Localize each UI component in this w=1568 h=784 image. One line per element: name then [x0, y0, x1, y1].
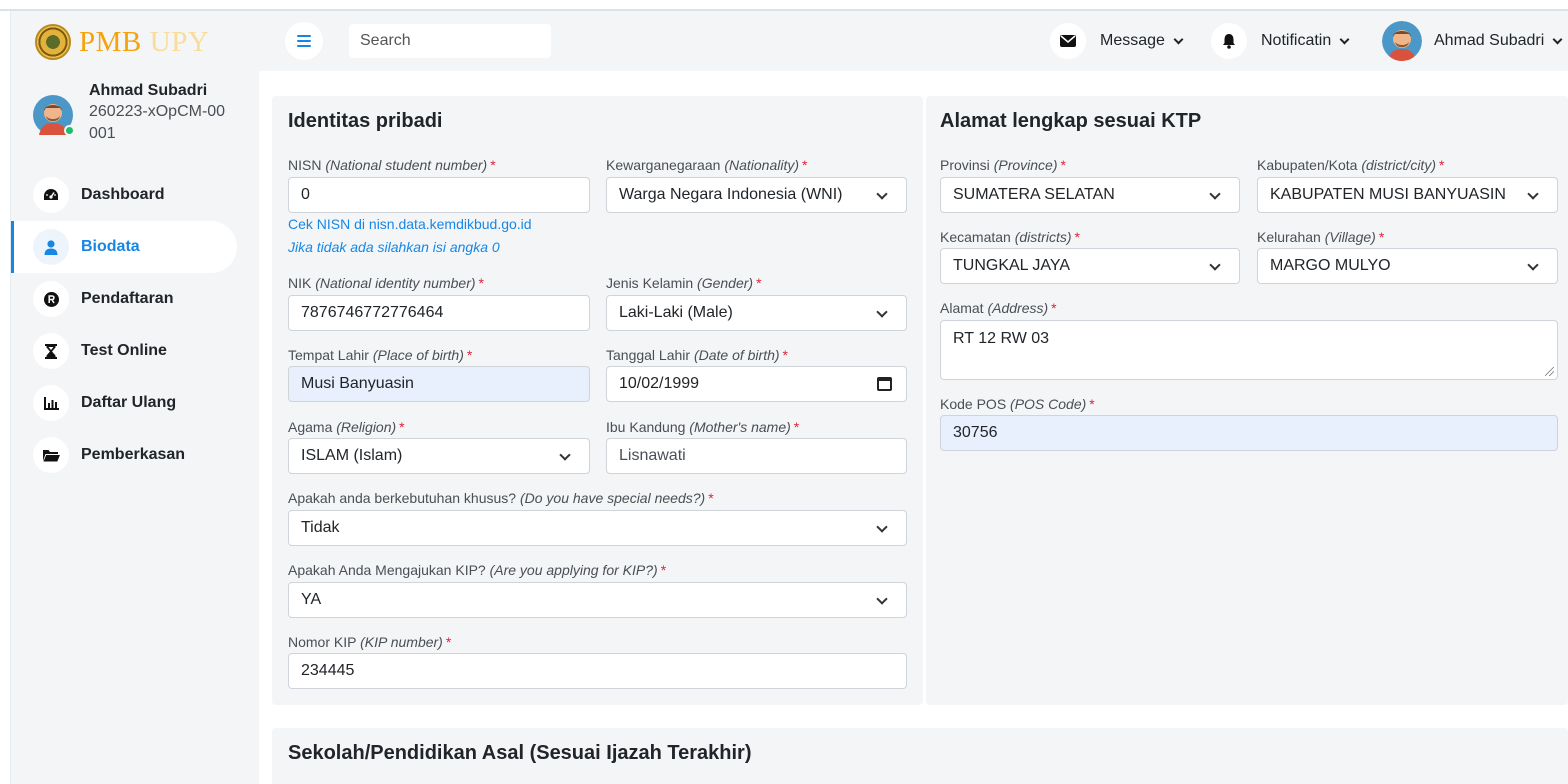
chart-icon — [33, 385, 69, 421]
top-header: PMB UPY Message Notificatin Ahmad Subadr… — [11, 11, 1568, 71]
sekolah-title: Sekolah/Pendidikan Asal (Sesuai Ijazah T… — [288, 742, 752, 764]
kip-select[interactable]: YA — [288, 582, 907, 618]
gauge-icon — [33, 177, 69, 213]
sidebar-item-dashboard[interactable]: Dashboard — [11, 169, 259, 221]
sidebar-profile: Ahmad Subadri 260223-xOpCM-00001 — [33, 81, 229, 145]
mother-name-label: Ibu Kandung (Mother's name) * — [606, 419, 800, 435]
hamburger-icon — [297, 35, 311, 47]
app-logo[interactable]: PMB UPY — [35, 24, 209, 60]
user-name-label: Ahmad Subadri — [1434, 32, 1545, 49]
sidebar-toggle-button[interactable] — [285, 22, 323, 60]
profile-id: 260223-xOpCM-00001 — [89, 103, 226, 142]
sidebar-item-label: Pendaftaran — [81, 290, 174, 307]
address-textarea[interactable]: RT 12 RW 03 — [940, 320, 1558, 380]
nationality-label: Kewarganegaraan (Nationality) * — [606, 157, 808, 173]
profile-name: Ahmad Subadri — [89, 82, 208, 99]
chevron-down-icon — [1339, 34, 1350, 44]
village-label: Kelurahan (Village) * — [1257, 229, 1385, 245]
gender-label: Jenis Kelamin (Gender) * — [606, 275, 762, 291]
hourglass-icon — [33, 333, 69, 369]
notification-dropdown[interactable]: Notificatin — [1211, 23, 1350, 59]
search-input[interactable] — [349, 24, 551, 58]
identitas-title: Identitas pribadi — [288, 110, 443, 132]
postal-code-label: Kode POS (POS Code) * — [940, 396, 1095, 412]
sidebar-item-test-online[interactable]: Test Online — [11, 325, 259, 377]
message-dropdown[interactable]: Message — [1050, 23, 1184, 59]
nisn-label: NISN (National student number) * — [288, 157, 496, 173]
sidebar-item-label: Daftar Ulang — [81, 394, 177, 411]
nisn-help-text: Jika tidak ada silahkan isi angka 0 — [288, 239, 500, 255]
sidebar-item-pemberkasan[interactable]: Pemberkasan — [11, 429, 259, 481]
nisn-input[interactable]: 0 — [288, 177, 590, 213]
birthdate-input[interactable]: 10/02/1999 — [606, 366, 907, 402]
birthdate-value: 10/02/1999 — [619, 375, 700, 392]
district-label: Kecamatan (districts) * — [940, 229, 1080, 245]
sidebar-item-label: Test Online — [81, 342, 167, 359]
folder-open-icon — [33, 437, 69, 473]
sidebar-item-biodata[interactable]: Biodata — [11, 221, 237, 273]
notification-label: Notificatin — [1261, 32, 1332, 49]
university-seal-icon — [35, 24, 71, 60]
sidebar: Ahmad Subadri 260223-xOpCM-00001 Dashboa… — [11, 71, 259, 784]
mother-name-input[interactable]: Lisnawati — [606, 438, 907, 474]
bell-icon — [1211, 23, 1247, 59]
alamat-title: Alamat lengkap sesuai KTP — [940, 110, 1202, 132]
calendar-icon[interactable] — [877, 377, 892, 391]
kip-label: Apakah Anda Mengajukan KIP? (Are you app… — [288, 562, 667, 578]
sidebar-nav: Dashboard Biodata Pendaftaran Test Onlin… — [11, 169, 259, 481]
sidebar-item-label: Biodata — [81, 238, 140, 255]
province-label: Provinsi (Province) * — [940, 157, 1066, 173]
user-avatar — [1382, 21, 1422, 61]
user-icon — [33, 229, 69, 265]
postal-code-input[interactable]: 30756 — [940, 415, 1558, 451]
birthplace-label: Tempat Lahir (Place of birth) * — [288, 347, 473, 363]
sidebar-item-daftar-ulang[interactable]: Daftar Ulang — [11, 377, 259, 429]
district-select[interactable]: TUNGKAL JAYA — [940, 248, 1240, 284]
village-select[interactable]: MARGO MULYO — [1257, 248, 1558, 284]
birthdate-label: Tanggal Lahir (Date of birth) * — [606, 347, 788, 363]
logo-text-upy: UPY — [149, 25, 210, 58]
chevron-down-icon — [1552, 34, 1563, 44]
address-label: Alamat (Address) * — [940, 300, 1057, 316]
sidebar-item-pendaftaran[interactable]: Pendaftaran — [11, 273, 259, 325]
logo-text-pmb: PMB — [79, 25, 142, 58]
address-value: RT 12 RW 03 — [953, 330, 1050, 347]
chevron-down-icon — [1173, 34, 1184, 44]
online-status-icon — [64, 125, 75, 136]
avatar — [33, 95, 75, 136]
special-needs-select[interactable]: Tidak — [288, 510, 907, 546]
birthplace-input[interactable]: Musi Banyuasin — [288, 366, 590, 402]
religion-label: Agama (Religion) * — [288, 419, 405, 435]
gender-select[interactable]: Laki-Laki (Male) — [606, 295, 907, 331]
city-label: Kabupaten/Kota (district/city) * — [1257, 157, 1445, 173]
nik-label: NIK (National identity number) * — [288, 275, 484, 291]
special-needs-label: Apakah anda berkebutuhan khusus? (Do you… — [288, 490, 714, 506]
city-select[interactable]: KABUPATEN MUSI BANYUASIN — [1257, 177, 1558, 213]
nisn-check-link[interactable]: Cek NISN di nisn.data.kemdikbud.go.id — [288, 216, 532, 232]
kip-number-input[interactable]: 234445 — [288, 653, 907, 689]
message-label: Message — [1100, 32, 1165, 49]
province-select[interactable]: SUMATERA SELATAN — [940, 177, 1240, 213]
user-menu-dropdown[interactable]: Ahmad Subadri — [1382, 21, 1563, 61]
envelope-icon — [1050, 23, 1086, 59]
nik-input[interactable]: 7876746772776464 — [288, 295, 590, 331]
kip-number-label: Nomor KIP (KIP number) * — [288, 634, 452, 650]
religion-select[interactable]: ISLAM (Islam) — [288, 438, 590, 474]
resize-handle-icon[interactable] — [1545, 367, 1554, 376]
sidebar-item-label: Pemberkasan — [81, 446, 186, 463]
sidebar-item-label: Dashboard — [81, 186, 165, 203]
registered-icon — [33, 281, 69, 317]
nationality-select[interactable]: Warga Negara Indonesia (WNI) — [606, 177, 907, 213]
